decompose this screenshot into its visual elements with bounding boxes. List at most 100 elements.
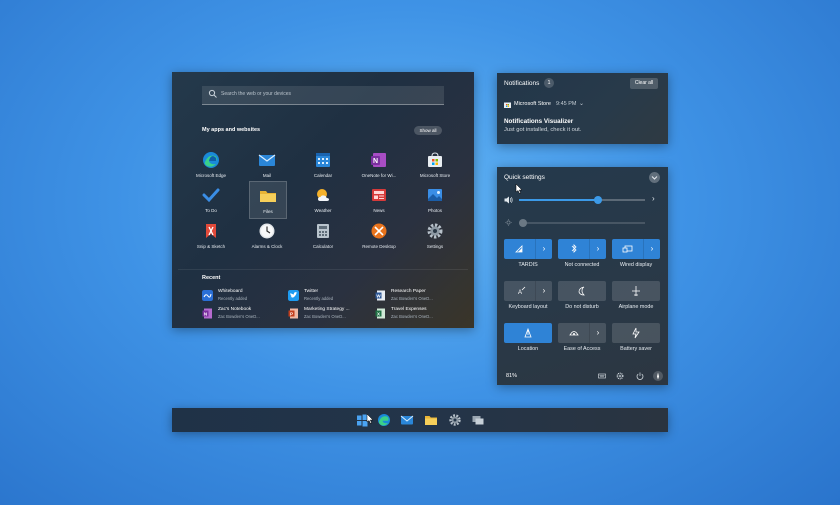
app-snip-and-sketch[interactable]: Snip & Sketch bbox=[193, 217, 229, 253]
task-view-icon[interactable] bbox=[471, 413, 485, 427]
volume-icon[interactable] bbox=[504, 196, 513, 204]
airplane-icon bbox=[632, 286, 640, 296]
tile-label: Location bbox=[517, 346, 539, 352]
volume-slider-fill bbox=[519, 199, 599, 201]
whiteboard-icon bbox=[202, 290, 213, 301]
power-icon[interactable] bbox=[636, 372, 644, 380]
volume-slider-thumb[interactable] bbox=[594, 196, 603, 204]
app-label: Calendar bbox=[313, 173, 333, 178]
tile-wifi[interactable]: › bbox=[504, 239, 552, 259]
tile-airplane-mode[interactable] bbox=[612, 281, 660, 301]
tile-label: Ease of Access bbox=[563, 346, 601, 352]
photos-icon bbox=[428, 189, 442, 201]
app-alarms-and-clock[interactable]: Alarms & Clock bbox=[249, 217, 285, 253]
app-settings[interactable]: Settings bbox=[417, 217, 453, 253]
chevron-right-icon[interactable]: › bbox=[643, 239, 660, 259]
wifi-icon bbox=[515, 245, 523, 253]
calculator-icon bbox=[317, 224, 329, 238]
chevron-right-icon[interactable]: › bbox=[535, 239, 552, 259]
tile-keyboard-layout[interactable]: A › bbox=[504, 281, 552, 301]
tile-ease-of-access[interactable]: › bbox=[558, 323, 606, 343]
recent-title: Marketing Strategy ... bbox=[304, 307, 350, 312]
recent-title: Zac's Notebook bbox=[218, 307, 252, 312]
app-calendar[interactable]: Calendar bbox=[305, 146, 341, 182]
app-microsoft-store[interactable]: Microsoft Store bbox=[417, 146, 453, 182]
app-label: To Do bbox=[205, 208, 217, 213]
notification-body: Just got installed, check it out. bbox=[504, 127, 582, 133]
app-mail[interactable]: Mail bbox=[249, 146, 285, 182]
brightness-icon bbox=[505, 219, 512, 226]
app-photos[interactable]: Photos bbox=[417, 181, 453, 217]
recent-item-zacs-notebook[interactable]: N Zac's Notebook Zac Bowden's OneD... bbox=[202, 307, 288, 321]
mail-icon[interactable] bbox=[400, 413, 414, 427]
chevron-right-icon[interactable]: › bbox=[589, 323, 606, 343]
show-all-button[interactable]: Show all bbox=[414, 126, 442, 135]
notifications-title: Notifications bbox=[504, 80, 540, 87]
app-to-do[interactable]: To Do bbox=[193, 181, 229, 217]
keyboard-icon[interactable] bbox=[598, 372, 606, 380]
search-placeholder: Search the web or your devices bbox=[221, 91, 292, 97]
volume-slider[interactable] bbox=[519, 196, 645, 204]
brightness-slider-thumb[interactable] bbox=[519, 219, 527, 227]
snip-icon bbox=[206, 224, 216, 238]
notification-count-badge: 1 bbox=[544, 78, 554, 88]
brightness-slider[interactable] bbox=[519, 219, 645, 227]
gear-icon[interactable] bbox=[616, 372, 624, 380]
recent-subtitle: Zac Bowden's OneD... bbox=[218, 314, 260, 319]
app-weather[interactable]: Weather bbox=[305, 181, 341, 217]
tile-label: Not connected bbox=[564, 262, 600, 268]
tile-bluetooth[interactable]: › bbox=[558, 239, 606, 259]
recent-item-twitter[interactable]: Twitter Recently added bbox=[288, 289, 374, 303]
tile-label: Wired display bbox=[619, 262, 653, 268]
display-icon bbox=[622, 245, 633, 253]
app-label: Settings bbox=[426, 244, 444, 249]
recent-item-whiteboard[interactable]: Whiteboard Recently added bbox=[202, 289, 288, 303]
notification-app-name: Microsoft Store bbox=[514, 101, 551, 107]
moon-icon bbox=[578, 286, 585, 296]
app-onenote[interactable]: N OneNote for Wi... bbox=[361, 146, 397, 182]
app-label: OneNote for Wi... bbox=[361, 173, 397, 178]
mouse-cursor bbox=[515, 184, 523, 194]
pen-icon[interactable] bbox=[653, 371, 663, 381]
app-calculator[interactable]: Calculator bbox=[305, 217, 341, 253]
onenote-icon: N bbox=[371, 153, 386, 167]
folder-icon bbox=[260, 191, 276, 202]
recent-item-marketing-strategy[interactable]: P Marketing Strategy ... Zac Bowden's On… bbox=[288, 307, 374, 321]
bluetooth-icon bbox=[571, 244, 577, 253]
app-label: Calculator bbox=[312, 244, 334, 249]
chevron-down-icon[interactable]: ⌄ bbox=[579, 100, 584, 107]
clear-all-button[interactable]: Clear all bbox=[630, 78, 658, 89]
folder-icon[interactable] bbox=[424, 413, 438, 427]
chevron-right-icon[interactable]: › bbox=[535, 281, 552, 301]
taskbar bbox=[172, 408, 668, 432]
quick-settings: Quick settings › › › › TARDIS Not connec… bbox=[497, 167, 668, 385]
app-microsoft-edge[interactable]: Microsoft Edge bbox=[193, 146, 229, 182]
search-box[interactable]: Search the web or your devices bbox=[202, 86, 444, 105]
recent-item-travel-expenses[interactable]: X Travel Expenses Zac Bowden's OneD... bbox=[375, 307, 461, 321]
tile-wired-display[interactable]: › bbox=[612, 239, 660, 259]
ease-of-access-icon bbox=[569, 331, 579, 336]
tile-battery-saver[interactable] bbox=[612, 323, 660, 343]
app-label: Microsoft Edge bbox=[195, 173, 226, 178]
recent-item-research-paper[interactable]: W Research Paper Zac Bowden's OneD... bbox=[375, 289, 461, 303]
recent-title: Research Paper bbox=[391, 289, 426, 294]
recent-heading: Recent bbox=[202, 275, 221, 281]
edge-icon[interactable] bbox=[377, 413, 391, 427]
battery-percentage[interactable]: 81% bbox=[506, 373, 517, 379]
chevron-right-icon[interactable]: › bbox=[652, 194, 655, 203]
tile-label: Battery saver bbox=[620, 346, 652, 352]
mouse-cursor bbox=[366, 414, 374, 424]
settings-icon[interactable] bbox=[448, 413, 462, 427]
svg-text:N: N bbox=[204, 311, 207, 316]
battery-saver-icon bbox=[632, 327, 640, 339]
app-remote-desktop[interactable]: Remote Desktop bbox=[361, 217, 397, 253]
tile-do-not-disturb[interactable] bbox=[558, 281, 606, 301]
chevron-right-icon[interactable]: › bbox=[589, 239, 606, 259]
app-files[interactable]: Files bbox=[249, 181, 287, 219]
notification-heading[interactable]: Notifications Visualizer bbox=[504, 118, 573, 125]
app-news[interactable]: News bbox=[361, 181, 397, 217]
chevron-down-icon[interactable] bbox=[649, 172, 660, 183]
twitter-icon bbox=[288, 290, 299, 301]
notification-center: Notifications 1 Clear all Microsoft Stor… bbox=[497, 73, 668, 144]
tile-location[interactable] bbox=[504, 323, 552, 343]
